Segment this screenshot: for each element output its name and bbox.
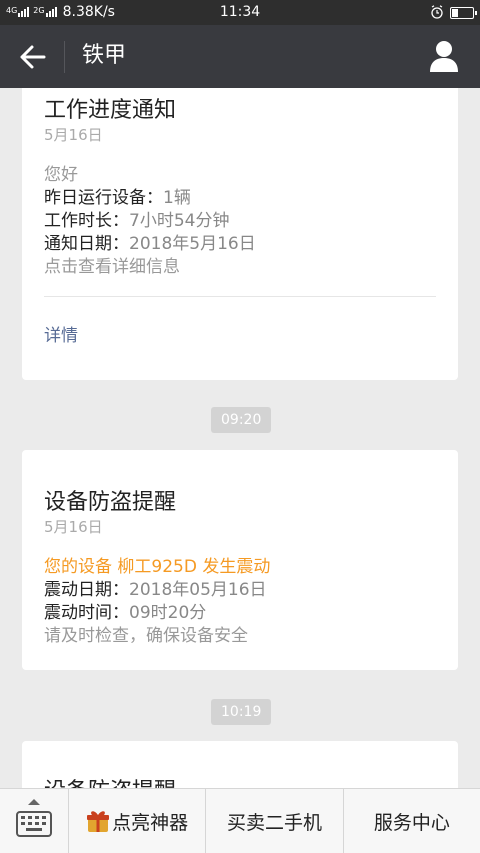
alert-text: 您的设备 柳工925D 发生震动	[44, 557, 271, 577]
card-date: 5月16日	[44, 126, 103, 144]
timestamp-pill: 09:20	[211, 407, 272, 433]
alarm-icon	[431, 5, 443, 19]
status-bar: 4G 2G 8.38K/s 11:34	[0, 0, 480, 25]
menu-label: 买卖二手机	[226, 811, 322, 834]
back-arrow-icon[interactable]	[14, 41, 50, 73]
message-card-anti-theft-2[interactable]: 设备防盗提醒	[22, 741, 458, 788]
greeting: 您好	[44, 165, 78, 185]
card-title: 设备防盗提醒	[44, 773, 176, 788]
chat-title: 铁甲	[82, 43, 127, 68]
menu-item-service-center[interactable]: 服务中心	[344, 789, 480, 853]
message-card-work-progress[interactable]: 工作进度通知 5月16日 您好 昨日运行设备：1辆 工作时长：7小时54分钟 通…	[22, 88, 458, 380]
field-notice-date: 通知日期：2018年5月16日	[44, 234, 256, 254]
menu-label: 点亮神器	[112, 811, 189, 834]
message-card-anti-theft[interactable]: 设备防盗提醒 5月16日 您的设备 柳工925D 发生震动 震动日期：2018年…	[22, 450, 458, 670]
gift-icon	[87, 811, 110, 832]
menu-item-used-machines[interactable]: 买卖二手机	[206, 789, 344, 853]
title-divider	[64, 41, 65, 73]
footer-note: 请及时检查，确保设备安全	[44, 626, 248, 646]
field-running-devices: 昨日运行设备：1辆	[44, 188, 191, 208]
keyboard-toggle-button[interactable]	[0, 789, 69, 853]
field-work-hours: 工作时长：7小时54分钟	[44, 211, 230, 231]
battery-icon	[450, 7, 477, 19]
menu-item-light-up[interactable]: 点亮神器	[69, 789, 207, 853]
clock: 11:34	[219, 4, 261, 20]
message-feed[interactable]: 工作进度通知 5月16日 您好 昨日运行设备：1辆 工作时长：7小时54分钟 通…	[0, 88, 480, 788]
profile-icon[interactable]	[428, 39, 460, 73]
field-vibration-time: 震动时间：09时20分	[44, 603, 207, 623]
field-vibration-date: 震动日期：2018年05月16日	[44, 580, 267, 600]
bottom-menu-bar: 点亮神器 买卖二手机 服务中心	[0, 788, 480, 853]
card-date: 5月16日	[44, 518, 103, 536]
card-title: 工作进度通知	[44, 98, 177, 123]
footer-note: 点击查看详细信息	[44, 257, 180, 277]
menu-label: 服务中心	[373, 811, 450, 834]
chevron-up-icon	[28, 799, 40, 805]
title-bar: 铁甲	[0, 25, 480, 88]
detail-link[interactable]: 详情	[44, 321, 78, 346]
card-divider	[44, 296, 436, 297]
card-title: 设备防盗提醒	[44, 490, 177, 515]
keyboard-icon	[16, 811, 52, 837]
timestamp-pill: 10:19	[211, 699, 272, 725]
